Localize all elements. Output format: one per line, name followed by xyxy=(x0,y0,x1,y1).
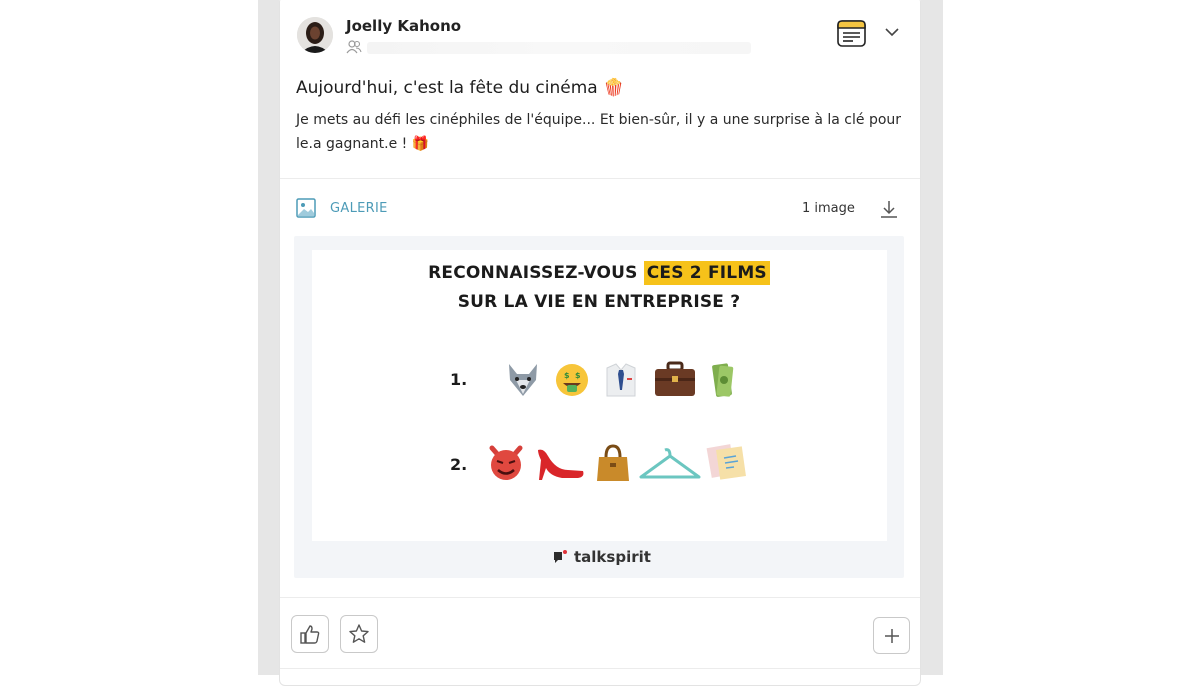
favorite-button[interactable] xyxy=(340,615,378,653)
documents-icon xyxy=(706,444,746,480)
article-icon xyxy=(837,20,866,47)
talkspirit-logo-icon xyxy=(554,550,567,563)
left-background-strip xyxy=(258,0,279,675)
right-background-strip xyxy=(921,0,943,675)
brand-name: talkspirit xyxy=(574,548,651,566)
quiz-heading-highlight: CES 2 FILMS xyxy=(643,261,770,285)
post-body: Je mets au défi les cinéphiles de l'équi… xyxy=(296,112,902,152)
wolf-icon xyxy=(509,364,537,396)
image-icon xyxy=(296,198,316,218)
author-name[interactable]: Joelly Kahono xyxy=(346,17,461,35)
shirt-tie-icon xyxy=(606,363,636,397)
chevron-down-icon[interactable] xyxy=(884,26,900,38)
divider xyxy=(280,597,920,598)
clothes-hanger-icon xyxy=(639,448,701,479)
quiz-heading-prefix: RECONNAISSEZ-VOUS xyxy=(428,263,644,283)
audience-text-blurred xyxy=(367,42,751,54)
plus-icon xyxy=(884,628,899,643)
download-icon[interactable] xyxy=(879,199,899,219)
money-mouth-face-icon: $ $ xyxy=(556,364,588,396)
add-button[interactable] xyxy=(873,617,910,654)
thumbs-up-icon xyxy=(300,625,320,644)
briefcase-icon xyxy=(655,361,695,396)
quiz-heading-line-1: RECONNAISSEZ-VOUS CES 2 FILMS xyxy=(294,261,904,285)
post-title: Aujourd'hui, c'est la fête du cinéma 🍿 xyxy=(296,78,625,98)
image-count: 1 image xyxy=(802,201,855,216)
quiz-item-1-number: 1. xyxy=(450,370,468,389)
quiz-heading-line-2: SUR LA VIE EN ENTREPRISE ? xyxy=(457,292,741,312)
quiz-item-2-number: 2. xyxy=(450,455,468,474)
money-stack-icon xyxy=(712,363,734,397)
devil-face-icon xyxy=(489,445,523,480)
svg-text:$: $ xyxy=(564,371,570,380)
author-avatar[interactable] xyxy=(297,17,333,53)
handbag-icon xyxy=(597,444,629,481)
divider xyxy=(280,668,920,669)
like-button[interactable] xyxy=(291,615,329,653)
divider xyxy=(280,178,920,179)
gallery-label: GALERIE xyxy=(330,201,388,216)
star-icon xyxy=(349,624,369,643)
group-icon[interactable] xyxy=(346,40,362,54)
svg-text:$: $ xyxy=(575,371,581,380)
high-heel-icon xyxy=(538,449,584,480)
